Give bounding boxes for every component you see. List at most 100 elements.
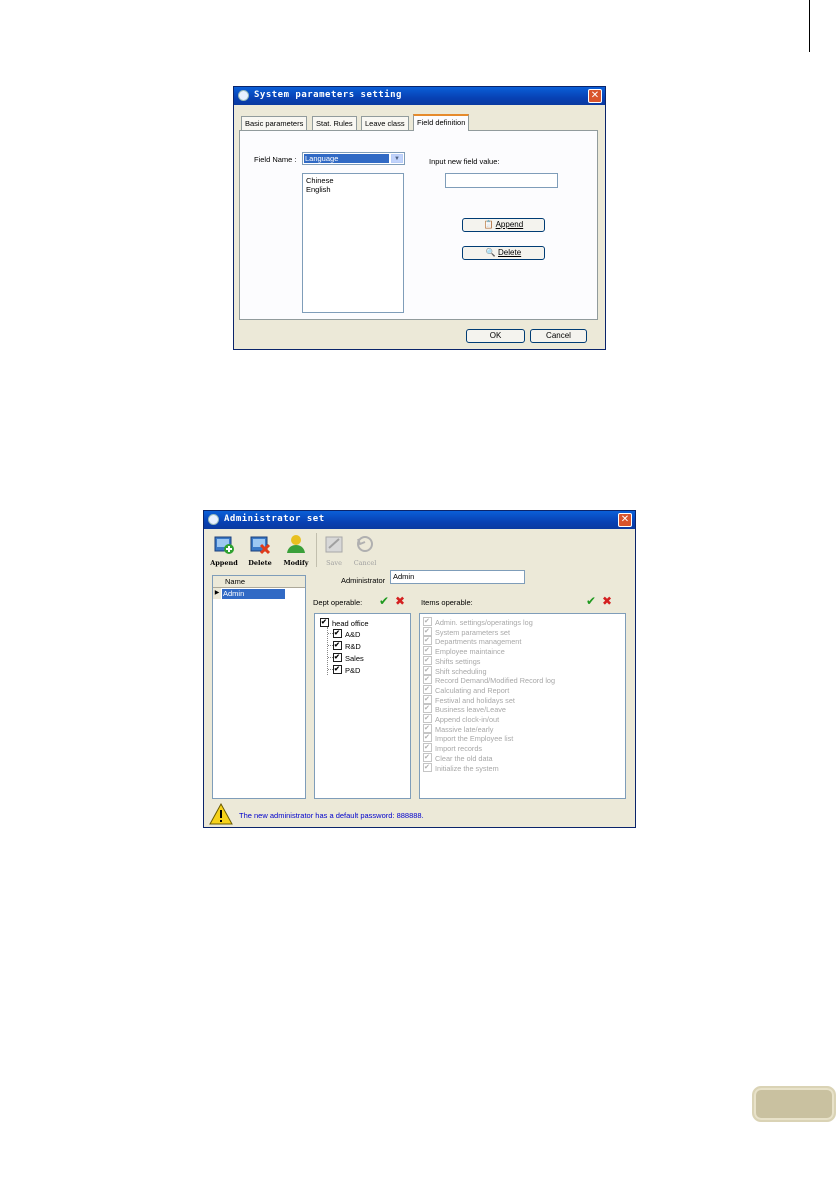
tree-item[interactable]: Sales (328, 653, 364, 663)
toolbar-label: Modify (283, 559, 309, 567)
append-label: Append (495, 220, 524, 229)
list-item[interactable]: Initialize the system (423, 762, 499, 773)
tree-item-label: P&D (345, 666, 361, 675)
list-item[interactable]: Massive late/early (423, 723, 494, 734)
append-button[interactable]: 📋 Append (462, 218, 545, 232)
tab-basic-parameters[interactable]: Basic parameters (241, 116, 308, 130)
list-item[interactable]: Calculating and Report (423, 684, 509, 695)
checkbox-icon[interactable] (320, 618, 329, 627)
checkbox-icon[interactable] (423, 762, 432, 772)
checkbox-icon[interactable] (423, 743, 432, 753)
checkbox-icon[interactable] (423, 723, 432, 733)
title-bar: Administrator set ✕ (204, 511, 635, 529)
append-icon (214, 536, 234, 554)
list-item[interactable]: Departments management (423, 636, 521, 646)
dept-operable-label: Dept operable: (313, 598, 363, 607)
ok-button[interactable]: OK (466, 329, 525, 343)
checkbox-icon[interactable] (423, 714, 432, 723)
tree-item[interactable]: P&D (328, 665, 360, 675)
administrator-grid[interactable]: Name ▶ Admin (212, 575, 306, 799)
list-item[interactable]: Shifts settings (423, 655, 481, 666)
checkbox-icon[interactable] (423, 752, 432, 762)
field-name-value: Language (304, 154, 389, 163)
warning-icon (209, 803, 233, 825)
field-name-select[interactable]: Language ▼ (302, 152, 405, 165)
toolbar-append-button[interactable]: Append (209, 533, 239, 571)
item-label: Shift scheduling (435, 666, 487, 676)
grid-header-name: Name (225, 577, 246, 586)
delete-icon (250, 536, 271, 555)
app-icon (238, 90, 249, 101)
toolbar-label: Delete (248, 559, 272, 567)
list-item[interactable]: English (303, 185, 403, 194)
item-label: Massive late/early (435, 724, 494, 734)
item-label: Departments management (435, 637, 522, 647)
list-item[interactable]: Append clock-in/out (423, 714, 499, 724)
check-all-icon[interactable]: ✔ (377, 595, 391, 608)
page-number-tab (752, 1086, 836, 1122)
tab-stat-rules[interactable]: Stat. Rules (312, 116, 357, 130)
item-label: Shifts settings (435, 656, 481, 666)
item-label: Record Demand/Modified Record log (435, 676, 556, 686)
close-icon[interactable]: ✕ (618, 513, 632, 527)
list-item[interactable]: Employee maintaince (423, 646, 505, 656)
list-item[interactable]: Chinese (303, 176, 403, 185)
delete-button[interactable]: 🔍 Delete (462, 246, 545, 260)
item-label: System parameters set (435, 627, 511, 637)
tree-item-label: Sales (345, 654, 364, 663)
list-item[interactable]: Import records (423, 743, 482, 753)
cancel-button[interactable]: Cancel (530, 329, 587, 343)
list-item[interactable]: Import the Employee list (423, 733, 513, 743)
toolbar-delete-button[interactable]: Delete (245, 533, 275, 571)
list-item[interactable]: Clear the old data (423, 752, 493, 763)
uncheck-all-icon[interactable]: ✖ (600, 595, 614, 608)
tree-item-label: R&D (345, 642, 361, 651)
items-operable-list[interactable]: Admin. settings/operatings log System pa… (419, 613, 626, 799)
list-item[interactable]: Festival and holidays set (423, 694, 515, 705)
close-icon[interactable]: ✕ (588, 89, 602, 103)
toolbar-label: Cancel (353, 559, 377, 567)
toolbar-cancel-button[interactable]: Cancel (350, 533, 380, 571)
dept-tree[interactable]: head office A&D R&D Sales P&D (314, 613, 411, 799)
new-value-input[interactable] (445, 173, 558, 188)
list-item[interactable]: Business leave/Leave (423, 704, 506, 714)
checkbox-icon[interactable] (423, 626, 432, 636)
window-title: Administrator set (224, 514, 325, 524)
checkbox-icon[interactable] (423, 675, 432, 685)
checkbox-icon[interactable] (333, 653, 342, 662)
administrator-input[interactable]: Admin (390, 570, 525, 584)
checkbox-icon[interactable] (423, 665, 432, 675)
checkbox-icon[interactable] (423, 636, 432, 646)
checkbox-icon[interactable] (423, 694, 432, 704)
checkbox-icon[interactable] (423, 704, 432, 714)
tree-item[interactable]: A&D (328, 629, 360, 639)
checkbox-icon[interactable] (423, 684, 432, 694)
uncheck-all-icon[interactable]: ✖ (393, 595, 407, 608)
list-item[interactable]: Record Demand/Modified Record log (423, 675, 555, 685)
list-item[interactable]: System parameters set (423, 626, 511, 637)
delete-label: Delete (498, 248, 522, 257)
checkbox-icon[interactable] (423, 646, 432, 656)
checkbox-icon[interactable] (333, 641, 342, 650)
toolbar-save-button[interactable]: Save (319, 533, 349, 571)
toolbar-modify-button[interactable]: Modify (281, 533, 311, 571)
checkbox-icon[interactable] (423, 617, 432, 626)
list-item[interactable]: Shift scheduling (423, 665, 487, 676)
status-message: The new administrator has a default pass… (239, 811, 424, 820)
administrator-set-window: Administrator set ✕ Append Delete Modify (203, 510, 636, 828)
tab-leave-class[interactable]: Leave class (361, 116, 409, 130)
item-label: Import the Employee list (435, 734, 514, 744)
tab-field-definition[interactable]: Field definition (413, 114, 470, 131)
chevron-down-icon[interactable]: ▼ (391, 154, 403, 163)
field-values-list[interactable]: Chinese English (302, 173, 404, 313)
save-icon (325, 536, 343, 553)
checkbox-icon[interactable] (423, 733, 432, 743)
tree-item[interactable]: R&D (328, 641, 361, 651)
table-row[interactable]: Admin (222, 589, 285, 599)
checkbox-icon[interactable] (423, 655, 432, 665)
checkbox-icon[interactable] (333, 629, 342, 638)
checkbox-icon[interactable] (333, 665, 342, 674)
list-item[interactable]: Admin. settings/operatings log (423, 617, 533, 627)
check-all-icon[interactable]: ✔ (584, 595, 598, 608)
toolbar-separator (316, 533, 317, 567)
